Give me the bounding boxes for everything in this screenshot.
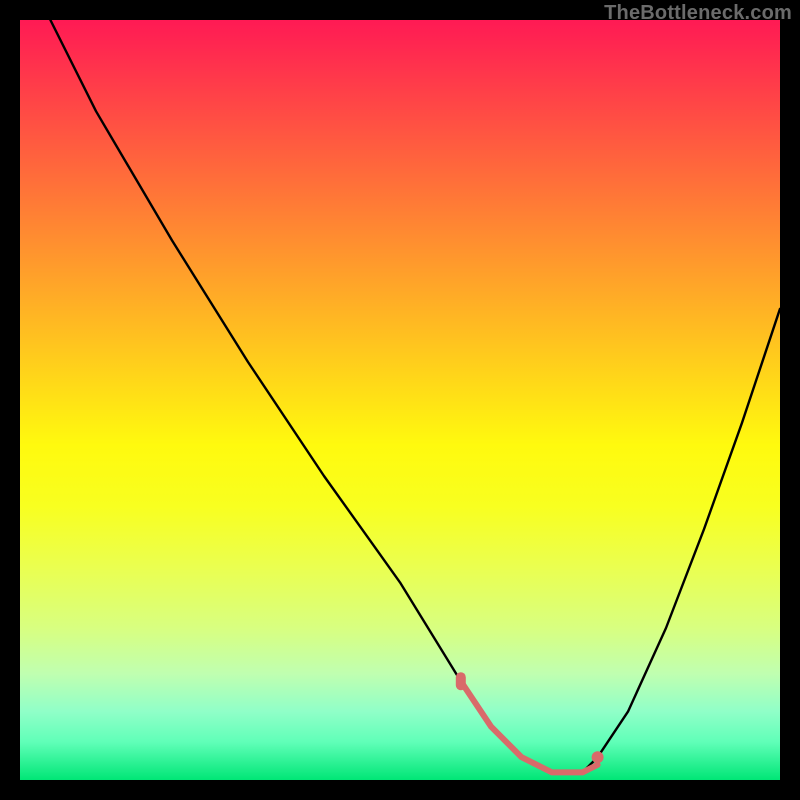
marker-range-start <box>456 672 466 690</box>
plot-area <box>20 20 780 780</box>
plot-svg <box>20 20 780 780</box>
optimal-range <box>461 681 598 772</box>
chart-container: TheBottleneck.com <box>0 0 800 800</box>
curve-bottleneck-curve <box>50 20 780 772</box>
marker-range-end <box>592 751 604 763</box>
